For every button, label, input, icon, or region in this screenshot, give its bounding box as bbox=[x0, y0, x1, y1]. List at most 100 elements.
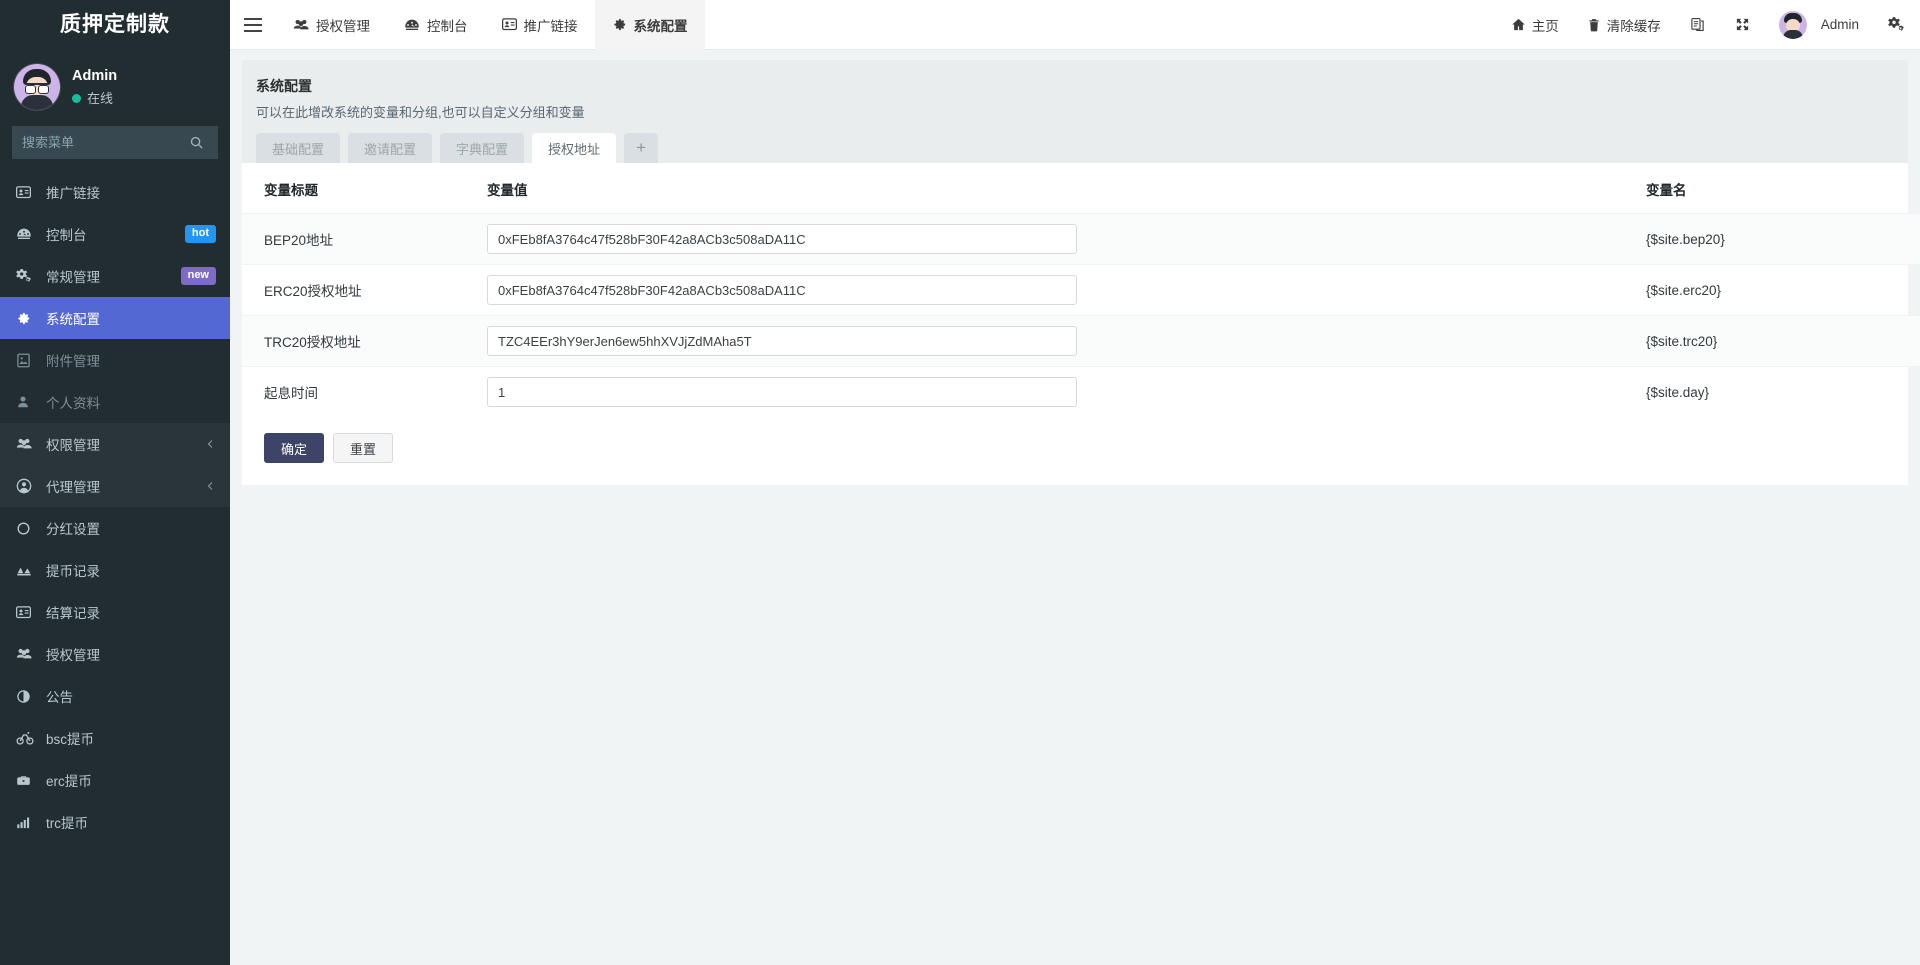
sidebar-item-13[interactable]: bsc提币 bbox=[0, 717, 230, 759]
briefcase-icon bbox=[16, 773, 38, 788]
config-panel: 系统配置 可以在此增改系统的变量和分组,也可以自定义分组和变量 基础配置邀请配置… bbox=[242, 60, 1908, 485]
avatar bbox=[14, 64, 60, 110]
sidebar-search[interactable] bbox=[12, 126, 218, 159]
sidebar-item-5[interactable]: 个人资料 bbox=[0, 381, 230, 423]
sidebar-item-15[interactable]: trc提币 bbox=[0, 801, 230, 843]
signal-icon bbox=[16, 815, 38, 830]
avatar bbox=[1779, 11, 1807, 39]
sidebar-item-8[interactable]: 分红设置 bbox=[0, 507, 230, 549]
variable-value-input[interactable] bbox=[487, 224, 1077, 254]
user-icon bbox=[16, 395, 38, 409]
hamburger-icon bbox=[244, 18, 262, 32]
sidebar-item-label: 提币记录 bbox=[46, 560, 216, 580]
topbar-tab-label: 推广链接 bbox=[524, 15, 578, 35]
sidebar-item-label: 推广链接 bbox=[46, 182, 216, 202]
id-card-icon bbox=[16, 185, 38, 200]
topbar-action-2[interactable] bbox=[1675, 0, 1720, 50]
sidebar-item-3[interactable]: 系统配置 bbox=[0, 297, 230, 339]
topbar-action-label: 主页 bbox=[1532, 15, 1559, 35]
table-row: TRC20授权地址 {$site.trc20} bbox=[242, 316, 1920, 367]
topbar-action-label: 清除缓存 bbox=[1607, 15, 1661, 35]
gear-icon bbox=[16, 311, 38, 326]
table-row: ERC20授权地址{$site.erc20} bbox=[242, 265, 1920, 316]
sidebar-menu: 推广链接控制台hot常规管理new 系统配置附件管理个人资料权限管理代理管理分红设… bbox=[0, 171, 230, 843]
sidebar-user-panel: Admin 在线 bbox=[0, 50, 230, 124]
reset-button[interactable]: 重置 bbox=[333, 433, 393, 463]
sidebar: 质押定制款 Admin 在线 推广链接控制台hot常规管理new 系统配置附件管理… bbox=[0, 0, 230, 965]
search-button[interactable] bbox=[183, 126, 210, 159]
hamburger-menu-button[interactable] bbox=[230, 0, 276, 50]
bicycle-icon bbox=[16, 729, 38, 747]
home-icon bbox=[1511, 17, 1526, 32]
topbar-tabs: 授权管理 控制台 推广链接系统配置 bbox=[276, 0, 705, 50]
variable-name: {$site.trc20} bbox=[1642, 316, 1920, 367]
config-tab-2[interactable]: 字典配置 bbox=[440, 133, 524, 163]
user-name: Admin bbox=[72, 67, 117, 87]
circle-icon bbox=[16, 521, 38, 536]
add-tab-button[interactable]: + bbox=[624, 133, 658, 163]
sidebar-item-label: 附件管理 bbox=[46, 350, 216, 370]
users-group-icon bbox=[293, 17, 309, 33]
variable-value-input[interactable] bbox=[487, 326, 1077, 356]
sidebar-item-12[interactable]: 公告 bbox=[0, 675, 230, 717]
topbar-tab-1[interactable]: 控制台 bbox=[387, 0, 485, 50]
page-title: 系统配置 bbox=[256, 76, 1896, 96]
column-header-value: 变量值 bbox=[487, 163, 1642, 214]
variable-value-input[interactable] bbox=[487, 275, 1077, 305]
table-row: 起息时间{$site.day} bbox=[242, 367, 1920, 418]
sidebar-item-6[interactable]: 权限管理 bbox=[0, 423, 230, 465]
dashboard-icon bbox=[16, 226, 38, 242]
topbar-action-0[interactable]: 主页 bbox=[1497, 0, 1573, 50]
topbar-settings-button[interactable] bbox=[1873, 0, 1920, 50]
sidebar-item-0[interactable]: 推广链接 bbox=[0, 171, 230, 213]
sidebar-item-7[interactable]: 代理管理 bbox=[0, 465, 230, 507]
config-tab-3[interactable]: 授权地址 bbox=[532, 133, 616, 163]
sidebar-item-label: 系统配置 bbox=[46, 308, 216, 328]
config-card: 变量标题 变量值 变量名 BEP20地址{$site.bep20}ERC20授权… bbox=[242, 163, 1908, 485]
brand-title: 质押定制款 bbox=[0, 0, 230, 50]
sidebar-item-label: 授权管理 bbox=[46, 644, 216, 664]
config-tab-0[interactable]: 基础配置 bbox=[256, 133, 340, 163]
topbar-user[interactable]: Admin bbox=[1765, 0, 1873, 50]
topbar-tab-3[interactable]: 系统配置 bbox=[595, 0, 705, 50]
topbar-user-label: Admin bbox=[1821, 17, 1859, 32]
config-tabs: 基础配置邀请配置字典配置授权地址 + bbox=[254, 133, 1896, 163]
topbar-actions: 主页 清除缓存 bbox=[1497, 0, 1765, 50]
trash-icon bbox=[1587, 18, 1601, 32]
config-tab-1[interactable]: 邀请配置 bbox=[348, 133, 432, 163]
image-file-icon bbox=[16, 353, 38, 368]
sidebar-item-label: 分红设置 bbox=[46, 518, 216, 538]
layout-icon bbox=[1690, 17, 1705, 32]
user-status-label: 在线 bbox=[87, 90, 113, 108]
variable-value-input[interactable] bbox=[487, 377, 1077, 407]
topbar-tab-label: 控制台 bbox=[427, 15, 468, 35]
search-icon bbox=[189, 135, 204, 150]
sidebar-item-2[interactable]: 常规管理new bbox=[0, 255, 230, 297]
topbar-tab-2[interactable]: 推广链接 bbox=[485, 0, 595, 50]
sidebar-item-9[interactable]: 提币记录 bbox=[0, 549, 230, 591]
config-table: 变量标题 变量值 变量名 BEP20地址{$site.bep20}ERC20授权… bbox=[242, 163, 1920, 417]
sidebar-item-14[interactable]: erc提币 bbox=[0, 759, 230, 801]
variable-title: TRC20授权地址 bbox=[242, 316, 487, 367]
user-status: 在线 bbox=[72, 90, 117, 108]
sidebar-item-10[interactable]: 结算记录 bbox=[0, 591, 230, 633]
sidebar-item-label: 公告 bbox=[46, 686, 216, 706]
topbar-action-3[interactable] bbox=[1720, 0, 1765, 50]
sidebar-item-badge: new bbox=[181, 267, 216, 285]
column-header-varname: 变量名 bbox=[1642, 163, 1920, 214]
sidebar-item-label: 权限管理 bbox=[46, 434, 206, 454]
sidebar-item-11[interactable]: 授权管理 bbox=[0, 633, 230, 675]
sidebar-item-1[interactable]: 控制台hot bbox=[0, 213, 230, 255]
topbar-tab-label: 授权管理 bbox=[316, 15, 370, 35]
topbar-right: 主页 清除缓存 Admin bbox=[1497, 0, 1920, 50]
column-header-title: 变量标题 bbox=[242, 163, 487, 214]
chevron-left-icon bbox=[206, 481, 216, 491]
topbar-tab-0[interactable]: 授权管理 bbox=[276, 0, 387, 50]
topbar: 授权管理 控制台 推广链接系统配置 主页 清除缓存 Admin bbox=[230, 0, 1920, 50]
topbar-action-1[interactable]: 清除缓存 bbox=[1573, 0, 1675, 50]
variable-name: {$site.day} bbox=[1642, 367, 1920, 418]
table-header-row: 变量标题 变量值 变量名 bbox=[242, 163, 1920, 214]
online-dot-icon bbox=[72, 94, 81, 103]
sidebar-item-4[interactable]: 附件管理 bbox=[0, 339, 230, 381]
submit-button[interactable]: 确定 bbox=[264, 433, 324, 463]
